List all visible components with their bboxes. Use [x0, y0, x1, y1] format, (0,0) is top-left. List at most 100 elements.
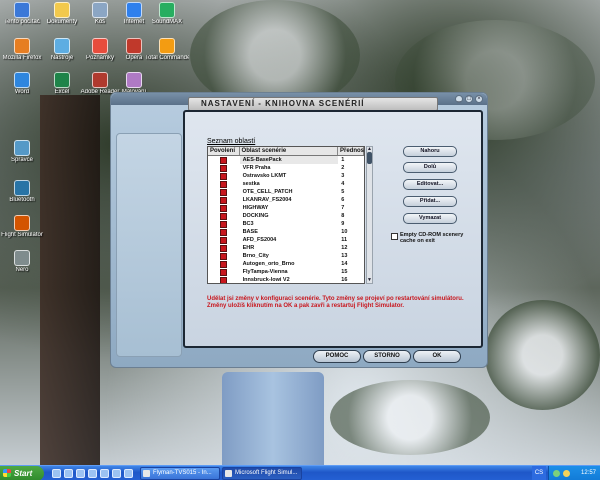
enable-checkbox[interactable] — [220, 164, 228, 172]
desktop-icon[interactable]: Total Commander — [145, 38, 189, 62]
application-icon — [126, 38, 142, 54]
edit-button[interactable]: Editovat... — [403, 179, 457, 190]
desktop-icon[interactable]: Mozilla Firefox — [0, 38, 44, 62]
network-icon[interactable] — [553, 470, 560, 477]
quicklaunch-app3-icon[interactable] — [124, 469, 133, 478]
scenery-priority: 7 — [341, 205, 345, 211]
scenery-area-name: AES-BasePack — [239, 156, 339, 164]
application-icon — [14, 2, 30, 18]
table-row[interactable]: BC3 9 — [208, 220, 364, 228]
enable-checkbox[interactable] — [220, 172, 228, 180]
enable-checkbox[interactable] — [220, 268, 228, 276]
table-row[interactable]: FlyTampa-Vienna 15 — [208, 268, 364, 276]
quicklaunch-media-icon[interactable] — [76, 469, 85, 478]
minimize-icon[interactable]: _ — [455, 95, 463, 103]
table-scrollbar[interactable]: ▲ ▼ — [366, 146, 373, 284]
table-row[interactable]: Ostravsko LKMT 3 — [208, 172, 364, 180]
application-icon — [14, 72, 30, 88]
scenery-priority: 2 — [341, 165, 345, 171]
enable-checkbox[interactable] — [220, 228, 228, 236]
application-icon — [54, 72, 70, 88]
column-header-area[interactable]: Oblast scenérie — [240, 147, 338, 155]
cancel-button[interactable]: STORNO — [363, 350, 411, 363]
table-row[interactable]: AES-BasePack 1 — [208, 156, 364, 164]
clock[interactable]: 12:57 — [581, 466, 596, 480]
language-indicator[interactable]: CS — [532, 466, 546, 480]
table-row[interactable]: DOCKING 8 — [208, 212, 364, 220]
move-up-button[interactable]: Nahoru — [403, 146, 457, 157]
enable-checkbox[interactable] — [220, 276, 228, 283]
table-row[interactable]: BASE 10 — [208, 228, 364, 236]
enable-checkbox[interactable] — [220, 236, 228, 244]
enable-checkbox[interactable] — [220, 156, 228, 164]
enable-checkbox[interactable] — [220, 204, 228, 212]
dialog-title: NASTAVENÍ - KNIHOVNA SCENÉRIÍ — [188, 97, 438, 111]
application-icon — [14, 38, 30, 54]
table-row[interactable]: OTE_CELL_PATCH 5 — [208, 188, 364, 196]
desktop-icon-label: Tento počítač — [4, 19, 40, 25]
enable-checkbox[interactable] — [220, 260, 228, 268]
table-row[interactable]: HIGHWAY 7 — [208, 204, 364, 212]
quicklaunch-app-icon[interactable] — [100, 469, 109, 478]
quicklaunch-browser-icon[interactable] — [64, 469, 73, 478]
enable-checkbox[interactable] — [220, 188, 228, 196]
desktop-icon[interactable]: Flight Simulator — [0, 215, 44, 239]
desktop-icon[interactable]: Word — [0, 72, 44, 96]
application-icon — [92, 38, 108, 54]
table-row[interactable]: Autogen_orto_Brno 14 — [208, 260, 364, 268]
ok-button[interactable]: OK — [413, 350, 461, 363]
table-row[interactable]: Brno_City 13 — [208, 252, 364, 260]
move-down-button[interactable]: Dolů — [403, 162, 457, 173]
desktop-icon[interactable]: Nero — [0, 250, 44, 274]
table-row[interactable]: LKANRAV_FS2004 6 — [208, 196, 364, 204]
desktop-icon[interactable]: Tento počítač — [0, 2, 44, 26]
application-icon — [14, 250, 30, 266]
windows-flag-icon — [3, 469, 11, 477]
scenery-area-name: sestka — [242, 181, 260, 187]
taskbar-button[interactable]: Microsoft Flight Simul... — [222, 467, 302, 480]
desktop-icon-label: Word — [14, 89, 30, 95]
enable-checkbox[interactable] — [220, 212, 228, 220]
add-button[interactable]: Přidat... — [403, 196, 457, 207]
enable-checkbox[interactable] — [220, 220, 228, 228]
desktop-icon-label: Bluetooth — [9, 197, 35, 203]
desktop-icon-label: Správce — [10, 157, 33, 163]
application-icon — [92, 2, 108, 18]
application-icon — [14, 180, 30, 196]
help-button[interactable]: POMOC — [313, 350, 361, 363]
taskbar-button[interactable]: Flyman-TVS015 - In... — [140, 467, 220, 480]
column-header-priority[interactable]: Přednost — [338, 147, 364, 155]
quicklaunch-app2-icon[interactable] — [112, 469, 121, 478]
desktop-icon[interactable]: SoundMAX — [145, 2, 189, 26]
delete-button[interactable]: Vymazat — [403, 213, 457, 224]
enable-checkbox[interactable] — [220, 252, 228, 260]
scenery-priority: 1 — [341, 157, 345, 163]
desktop-icon-label: Nero — [15, 267, 29, 273]
table-row[interactable]: EHR 12 — [208, 244, 364, 252]
enable-checkbox[interactable] — [220, 196, 228, 204]
table-row[interactable]: Innsbruck-lowi V2 16 — [208, 276, 364, 283]
enable-checkbox[interactable] — [220, 180, 228, 188]
scenery-area-name: OTE_CELL_PATCH — [242, 189, 293, 195]
scroll-down-icon[interactable]: ▼ — [367, 278, 372, 283]
close-icon[interactable]: × — [475, 95, 483, 103]
table-row[interactable]: sestka 4 — [208, 180, 364, 188]
desktop-icon[interactable]: Správce — [0, 140, 44, 164]
enable-checkbox[interactable] — [220, 244, 228, 252]
list-label: Seznam oblastí — [207, 138, 256, 145]
table-row[interactable]: AFD_FS2004 11 — [208, 236, 364, 244]
empty-cache-option[interactable]: Empty CD-ROM scenery cache on exit — [391, 232, 471, 244]
scenery-area-name: EHR — [242, 245, 255, 251]
scroll-thumb[interactable] — [367, 152, 372, 164]
volume-icon[interactable] — [563, 470, 570, 477]
start-button[interactable]: Start — [0, 466, 44, 480]
application-icon — [92, 72, 108, 88]
column-header-enabled[interactable]: Povolení — [208, 147, 240, 155]
empty-cache-checkbox[interactable] — [391, 233, 398, 240]
quicklaunch-desktop-icon[interactable] — [52, 469, 61, 478]
quicklaunch-folder-icon[interactable] — [88, 469, 97, 478]
desktop-icon[interactable]: Bluetooth — [0, 180, 44, 204]
maximize-icon[interactable]: □ — [465, 95, 473, 103]
table-row[interactable]: VFR Praha 2 — [208, 164, 364, 172]
person-jeans — [222, 372, 324, 466]
